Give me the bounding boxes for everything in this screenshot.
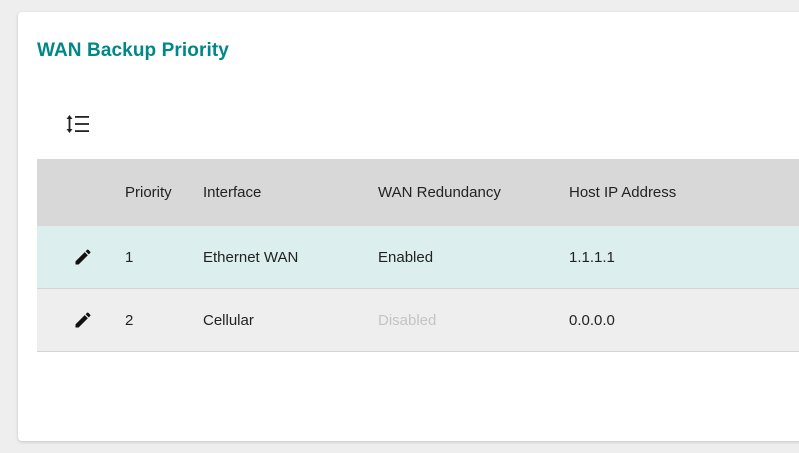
wan-priority-table: Priority Interface WAN Redundancy Host I… — [37, 159, 799, 352]
pencil-edit-icon — [75, 249, 91, 265]
table-row[interactable]: 1 Ethernet WAN Enabled 1.1.1.1 — [37, 226, 799, 289]
edit-cell — [65, 289, 101, 351]
host-ip-cell: 1.1.1.1 — [569, 248, 615, 266]
priority-cell: 2 — [125, 311, 134, 329]
interface-cell: Cellular — [203, 311, 254, 329]
edit-row-button[interactable] — [68, 305, 98, 335]
page-title: WAN Backup Priority — [37, 40, 229, 61]
wan-redundancy-cell: Disabled — [378, 311, 437, 329]
column-header-interface[interactable]: Interface — [203, 159, 261, 226]
column-header-host-ip[interactable]: Host IP Address — [569, 159, 676, 226]
reorder-priority-button[interactable] — [61, 106, 97, 142]
wan-redundancy-cell: Enabled — [378, 248, 434, 266]
pencil-edit-icon — [75, 312, 91, 328]
edit-row-button[interactable] — [68, 242, 98, 272]
interface-cell: Ethernet WAN — [203, 248, 299, 266]
table-header-row: Priority Interface WAN Redundancy Host I… — [37, 159, 799, 226]
sort-reorder-icon — [66, 115, 89, 133]
table-row[interactable]: 2 Cellular Disabled 0.0.0.0 — [37, 289, 799, 352]
edit-cell — [65, 226, 101, 288]
column-header-actions — [65, 159, 101, 226]
column-header-wan-redundancy[interactable]: WAN Redundancy — [378, 159, 501, 226]
priority-cell: 1 — [125, 248, 134, 266]
host-ip-cell: 0.0.0.0 — [569, 311, 615, 329]
wan-backup-priority-card: WAN Backup Priority Priority Interface W… — [18, 12, 799, 441]
column-header-priority[interactable]: Priority — [125, 159, 172, 226]
